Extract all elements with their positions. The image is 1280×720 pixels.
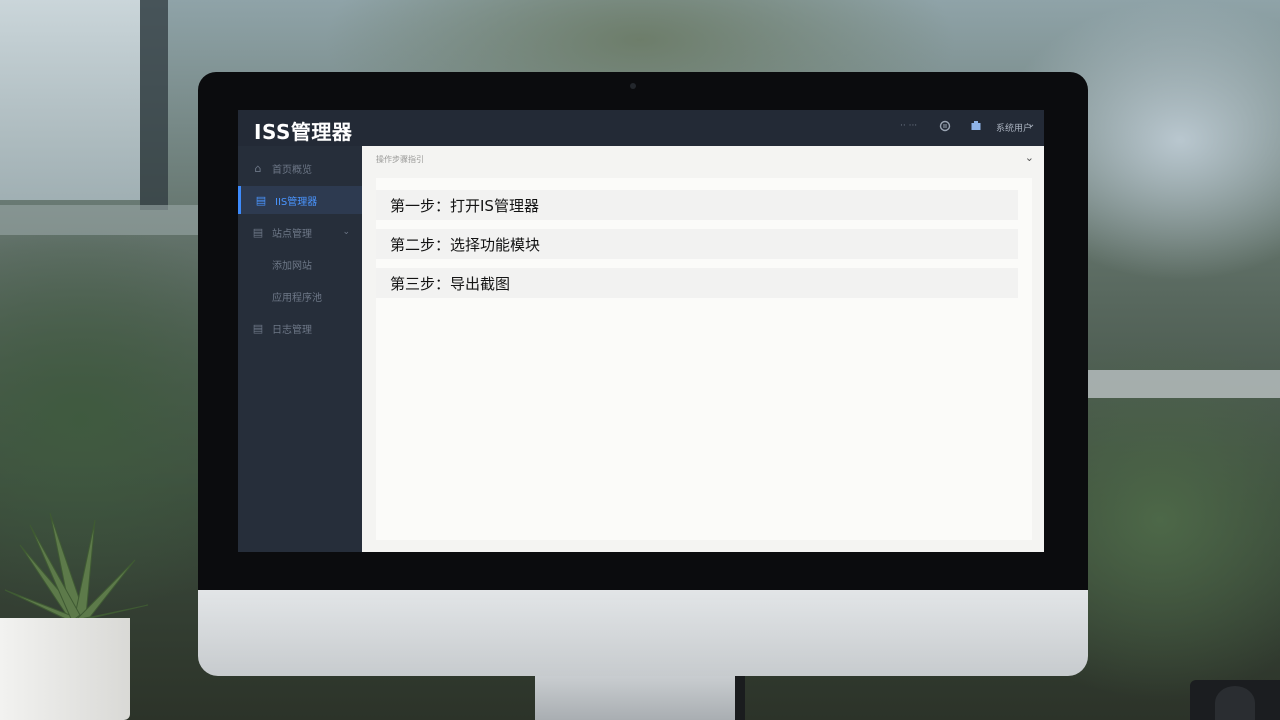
chevron-down-icon[interactable]: ⌄ xyxy=(1027,119,1035,130)
sidebar-item-site-management[interactable]: ▤ 站点管理 ⌄ xyxy=(238,218,362,246)
sidebar-subitem-app-pool[interactable]: 应用程序池 xyxy=(238,282,362,310)
plant-pot xyxy=(0,618,130,720)
chevron-down-icon[interactable]: ⌄ xyxy=(1025,151,1034,164)
sidebar: ⌂ 首页概览 ▤ IIS管理器 ▤ 站点管理 ⌄ 添加网站 应用程序池 ▤ 日志… xyxy=(238,146,362,552)
window-light xyxy=(0,0,140,200)
step-label: 第二步：选择功能模块 xyxy=(390,235,541,254)
sidebar-item-label: 首页概览 xyxy=(272,164,312,176)
sidebar-subitem-add-site[interactable]: 添加网站 xyxy=(238,250,362,278)
app-brand: ISS管理器 xyxy=(254,120,353,144)
sidebar-item-home[interactable]: ⌂ 首页概览 xyxy=(238,154,362,182)
step-label: 第一步：打开IS管理器 xyxy=(390,196,539,215)
step-item: 第一步：打开IS管理器 xyxy=(376,190,1018,220)
webcam xyxy=(630,83,636,89)
notification-icon[interactable] xyxy=(970,120,982,132)
folder-icon: ▤ xyxy=(252,225,264,239)
step-item: 第二步：选择功能模块 xyxy=(376,229,1018,259)
message-icon[interactable] xyxy=(939,120,951,132)
window-frame xyxy=(140,0,168,210)
monitor-chin xyxy=(198,590,1088,676)
main-content: 操作步骤指引 ⌄ 第一步：打开IS管理器 第二步：选择功能模块 第三步：导出截图 xyxy=(362,146,1044,552)
home-icon: ⌂ xyxy=(254,161,262,175)
sidebar-item-label: 应用程序池 xyxy=(272,292,322,304)
document-icon: ▤ xyxy=(255,193,267,207)
breadcrumb: 操作步骤指引 xyxy=(376,155,424,164)
wall-ledge xyxy=(0,205,200,235)
shelf xyxy=(1080,370,1280,398)
succulent-plant xyxy=(4,512,149,622)
steps-card: 第一步：打开IS管理器 第二步：选择功能模块 第三步：导出截图 xyxy=(376,178,1032,540)
log-icon: ▤ xyxy=(252,321,264,335)
top-bar: ISS管理器 ·· ··· 系统用户 ⌄ xyxy=(238,110,1044,146)
screen: ISS管理器 ·· ··· 系统用户 ⌄ ⌂ 首页概览 ▤ IIS管理器 ▤ 站… xyxy=(238,110,1044,552)
sidebar-item-label: 站点管理 xyxy=(272,228,312,240)
camera-lens xyxy=(1215,686,1255,720)
sidebar-item-label: 添加网站 xyxy=(272,260,312,272)
chevron-down-icon: ⌄ xyxy=(342,227,350,237)
step-item: 第三步：导出截图 xyxy=(376,268,1018,298)
step-label: 第三步：导出截图 xyxy=(390,274,511,293)
sidebar-item-logs[interactable]: ▤ 日志管理 xyxy=(238,314,362,342)
sidebar-item-label: 日志管理 xyxy=(272,324,312,336)
cable xyxy=(735,676,745,720)
topbar-label: ·· ··· xyxy=(900,121,918,131)
monitor-stand xyxy=(535,676,735,720)
sidebar-item-label: IIS管理器 xyxy=(275,196,318,208)
sidebar-item-iis-manager[interactable]: ▤ IIS管理器 xyxy=(238,186,362,214)
